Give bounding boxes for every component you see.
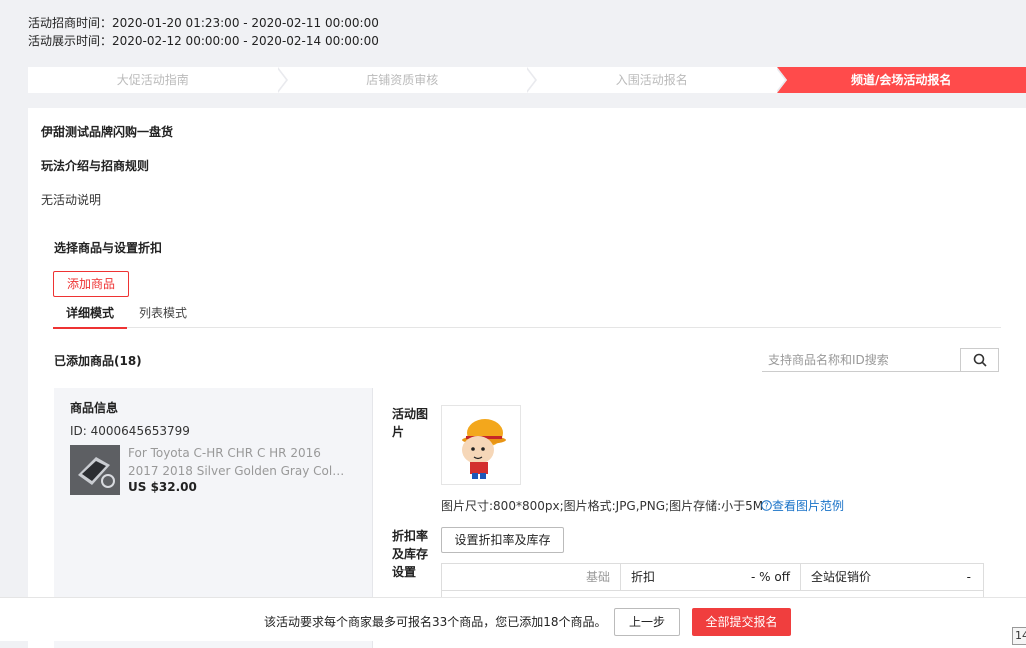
added-count: 已添加商品(18): [54, 352, 142, 369]
progress-steps: 大促活动指南 店铺资质审核 入围活动报名 频道/会场活动报名: [28, 67, 1026, 93]
add-product-button[interactable]: 添加商品: [53, 271, 129, 297]
corner-badge: 14: [1012, 627, 1026, 645]
table-col-promo-price: 全站促销价 -: [801, 564, 983, 590]
product-price: US $32.00: [128, 480, 197, 494]
set-discount-button[interactable]: 设置折扣率及库存: [441, 527, 564, 553]
step-guide: 大促活动指南: [28, 67, 278, 93]
step-activity-signup: 入围活动报名: [527, 67, 777, 93]
step-channel-signup: 频道/会场活动报名: [777, 67, 1026, 93]
product-thumbnail[interactable]: [70, 445, 120, 495]
product-info-title: 商品信息: [70, 399, 118, 416]
help-circle-icon: ?: [761, 500, 772, 511]
promo-price-value: -: [967, 564, 971, 590]
table-col-discount: 折扣 - % off: [621, 564, 801, 590]
image-hint: 图片尺寸:800*800px;图片格式:JPG,PNG;图片存储:小于5M: [441, 497, 763, 514]
tab-list-mode[interactable]: 列表模式: [139, 304, 187, 321]
footer-bar: 该活动要求每个商家最多可报名33个商品，您已添加18个商品。 上一步 全部提交报…: [0, 597, 1026, 641]
rules-title: 玩法介绍与招商规则: [41, 157, 149, 174]
product-name[interactable]: For Toyota C-HR CHR C HR 2016 2017 2018 …: [128, 444, 348, 480]
activity-times: 活动招商时间：2020-01-20 01:23:00 - 2020-02-11 …: [28, 14, 379, 50]
recruit-time: 活动招商时间：2020-01-20 01:23:00 - 2020-02-11 …: [28, 14, 379, 32]
activity-description: 无活动说明: [41, 191, 101, 208]
main-panel: 伊甜测试品牌闪购一盘货 玩法介绍与招商规则 无活动说明 选择商品与设置折扣 添加…: [28, 108, 1026, 648]
svg-text:?: ?: [764, 501, 768, 510]
activity-image[interactable]: [441, 405, 521, 485]
search-input[interactable]: [762, 348, 960, 372]
image-label: 活动图片: [392, 405, 432, 441]
submit-all-button[interactable]: 全部提交报名: [692, 608, 791, 636]
section-title: 选择商品与设置折扣: [54, 239, 162, 256]
discount-label: 折扣率及库存设置: [392, 527, 432, 581]
product-id: ID: 4000645653799: [70, 424, 190, 438]
product-search: [762, 348, 1000, 372]
table-col-base: 基础: [442, 564, 621, 590]
discount-value: - % off: [751, 564, 790, 590]
view-example-link[interactable]: ? 查看图片范例: [761, 497, 844, 514]
step-shop-review: 店铺资质审核: [278, 67, 528, 93]
prev-step-button[interactable]: 上一步: [614, 608, 680, 636]
activity-name: 伊甜测试品牌闪购一盘货: [41, 123, 173, 140]
display-time: 活动展示时间：2020-02-12 00:00:00 - 2020-02-14 …: [28, 32, 379, 50]
search-icon: [973, 353, 987, 367]
tab-detail-mode[interactable]: 详细模式: [66, 304, 114, 321]
search-button[interactable]: [960, 348, 999, 372]
view-tabs: 详细模式 列表模式: [53, 304, 1001, 328]
limit-note: 该活动要求每个商家最多可报名33个商品，您已添加18个商品。: [264, 613, 607, 630]
